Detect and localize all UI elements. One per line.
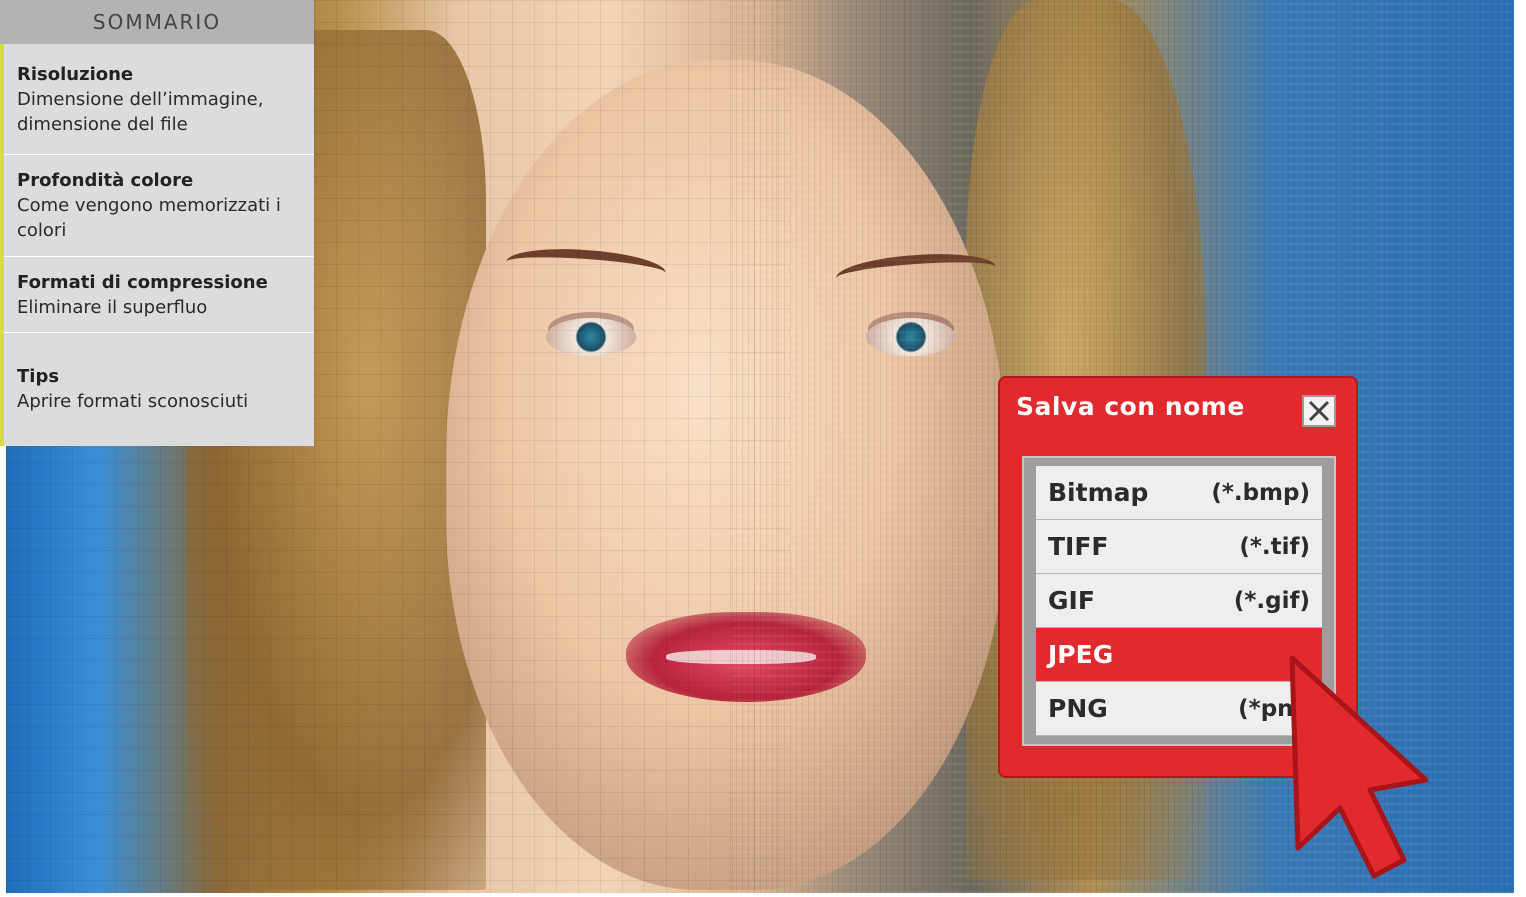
sommario-item-title: Formati di compressione [17,271,268,293]
mouse-cursor-icon [1289,655,1429,879]
sommario-item-subtitle: Dimensione dell’immagine, dimensione del… [17,88,264,135]
format-extension: (*.tif) [1239,533,1310,560]
sommario-item-subtitle: Aprire formati sconosciuti [17,391,249,412]
sommario-item-subtitle: Come vengono memorizzati i colori [17,195,281,241]
format-name: JPEG [1048,640,1114,669]
sommario-box: SOMMARIO Risoluzione Dimensione dell’imm… [0,0,314,446]
sommario-accent-bar [0,44,4,446]
format-option-bitmap[interactable]: Bitmap (*.bmp) [1036,466,1322,520]
sommario-item-title: Profondità colore [17,170,194,191]
format-option-tiff[interactable]: TIFF (*.tif) [1036,520,1322,574]
format-option-gif[interactable]: GIF (*.gif) [1036,574,1322,628]
format-extension: (*.bmp) [1211,479,1310,506]
sommario-item-tips: Tips Aprire formati sconosciuti [0,333,314,445]
sommario-item-title: Risoluzione [17,63,134,85]
sommario-item-subtitle: Eliminare il superfluo [17,296,208,318]
close-icon [1308,400,1330,422]
dialog-title: Salva con nome [1016,392,1245,421]
sommario-item-risoluzione: Risoluzione Dimensione dell’immagine, di… [0,44,314,155]
format-name: TIFF [1048,532,1109,561]
sommario-item-formati-compressione: Formati di compressione Eliminare il sup… [0,257,314,333]
format-name: GIF [1048,586,1095,615]
sommario-header: SOMMARIO [0,0,314,44]
sommario-item-title: Tips [17,366,60,387]
format-name: PNG [1048,694,1108,723]
format-extension: (*.gif) [1233,587,1310,614]
close-button[interactable] [1302,395,1336,427]
page: SOMMARIO Risoluzione Dimensione dell’imm… [0,0,1526,897]
sommario-item-profondita-colore: Profondità colore Come vengono memorizza… [0,155,314,257]
format-name: Bitmap [1048,478,1149,507]
